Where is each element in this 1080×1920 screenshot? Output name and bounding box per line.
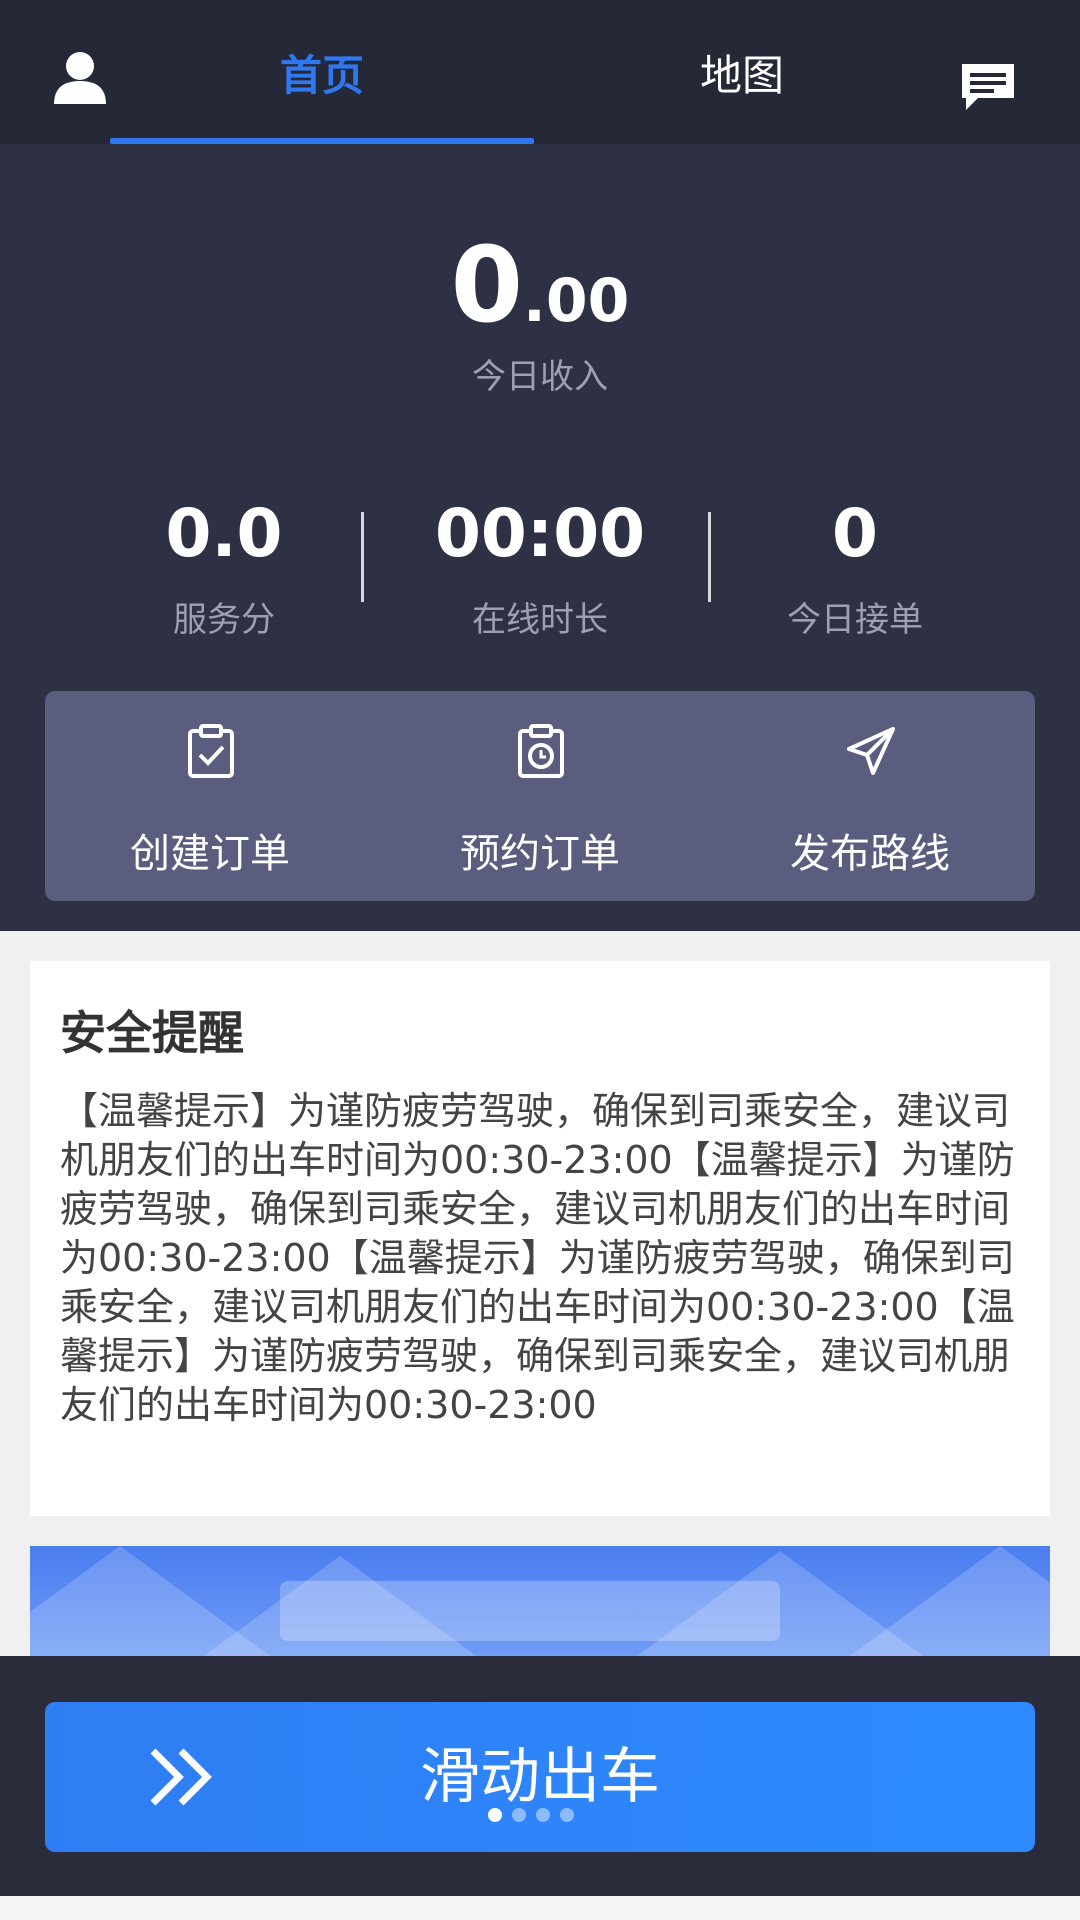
stat-service-score: 0.0 服务分 bbox=[74, 494, 374, 641]
user-avatar-icon[interactable] bbox=[50, 48, 110, 108]
create-order-button[interactable]: 创建订单 bbox=[45, 691, 375, 901]
bottom-bar: 滑动出车 bbox=[0, 1656, 1080, 1896]
tab-map[interactable]: 地图 bbox=[530, 0, 954, 144]
stat-divider bbox=[361, 512, 364, 602]
safety-reminder-card: 安全提醒 【温馨提示】为谨防疲劳驾驶，确保到司乘安全，建议司机朋友们的出车时间为… bbox=[30, 961, 1050, 1516]
slide-to-start-button[interactable]: 滑动出车 bbox=[45, 1702, 1035, 1852]
action-label: 发布路线 bbox=[790, 831, 950, 877]
slide-label: 滑动出车 bbox=[420, 1742, 660, 1812]
today-income-label: 今日收入 bbox=[472, 357, 608, 397]
action-label: 预约订单 bbox=[460, 831, 620, 877]
publish-route-button[interactable]: 发布路线 bbox=[705, 691, 1035, 901]
stat-label: 服务分 bbox=[173, 600, 275, 640]
stat-label: 在线时长 bbox=[472, 600, 608, 640]
action-label: 创建订单 bbox=[130, 831, 290, 877]
stat-today-orders: 0 今日接单 bbox=[705, 494, 1005, 641]
reserved-order-button[interactable]: 预约订单 bbox=[375, 691, 705, 901]
stat-online-duration: 00:00 在线时长 bbox=[390, 494, 690, 641]
income-integer: 0 bbox=[450, 224, 524, 346]
stat-label: 今日接单 bbox=[787, 600, 923, 640]
banner-decoration bbox=[850, 1546, 1050, 1656]
page-dot bbox=[560, 1808, 574, 1822]
banner-glow bbox=[280, 1581, 780, 1641]
stat-value: 0.0 bbox=[165, 495, 283, 572]
dashboard-panel: 0.00 今日收入 0.0 服务分 00:00 在线时长 0 今日接单 创建订单 bbox=[0, 144, 1080, 931]
safety-text: 【温馨提示】为谨防疲劳驾驶，确保到司乘安全，建议司机朋友们的出车时间为00:30… bbox=[60, 1089, 1015, 1427]
page-dot bbox=[536, 1808, 550, 1822]
paper-plane-icon bbox=[847, 727, 895, 775]
promo-banner[interactable] bbox=[30, 1546, 1050, 1656]
stat-value: 0 bbox=[832, 495, 878, 572]
clipboard-clock-icon bbox=[518, 724, 564, 778]
message-icon[interactable] bbox=[958, 62, 1018, 112]
page-dot bbox=[512, 1808, 526, 1822]
top-navigation-bar: 首页 地图 bbox=[0, 0, 1080, 144]
page-dot bbox=[488, 1808, 502, 1822]
tab-home[interactable]: 首页 bbox=[110, 0, 534, 144]
today-income-value: 0.00 bbox=[0, 224, 1080, 346]
quick-actions-panel: 创建订单 预约订单 发布路线 bbox=[45, 691, 1035, 901]
stat-value: 00:00 bbox=[434, 495, 646, 572]
income-decimal: .00 bbox=[523, 266, 630, 336]
clipboard-check-icon bbox=[188, 724, 234, 778]
safety-title: 安全提醒 bbox=[60, 1006, 244, 1060]
bottom-edge bbox=[0, 1896, 1080, 1920]
